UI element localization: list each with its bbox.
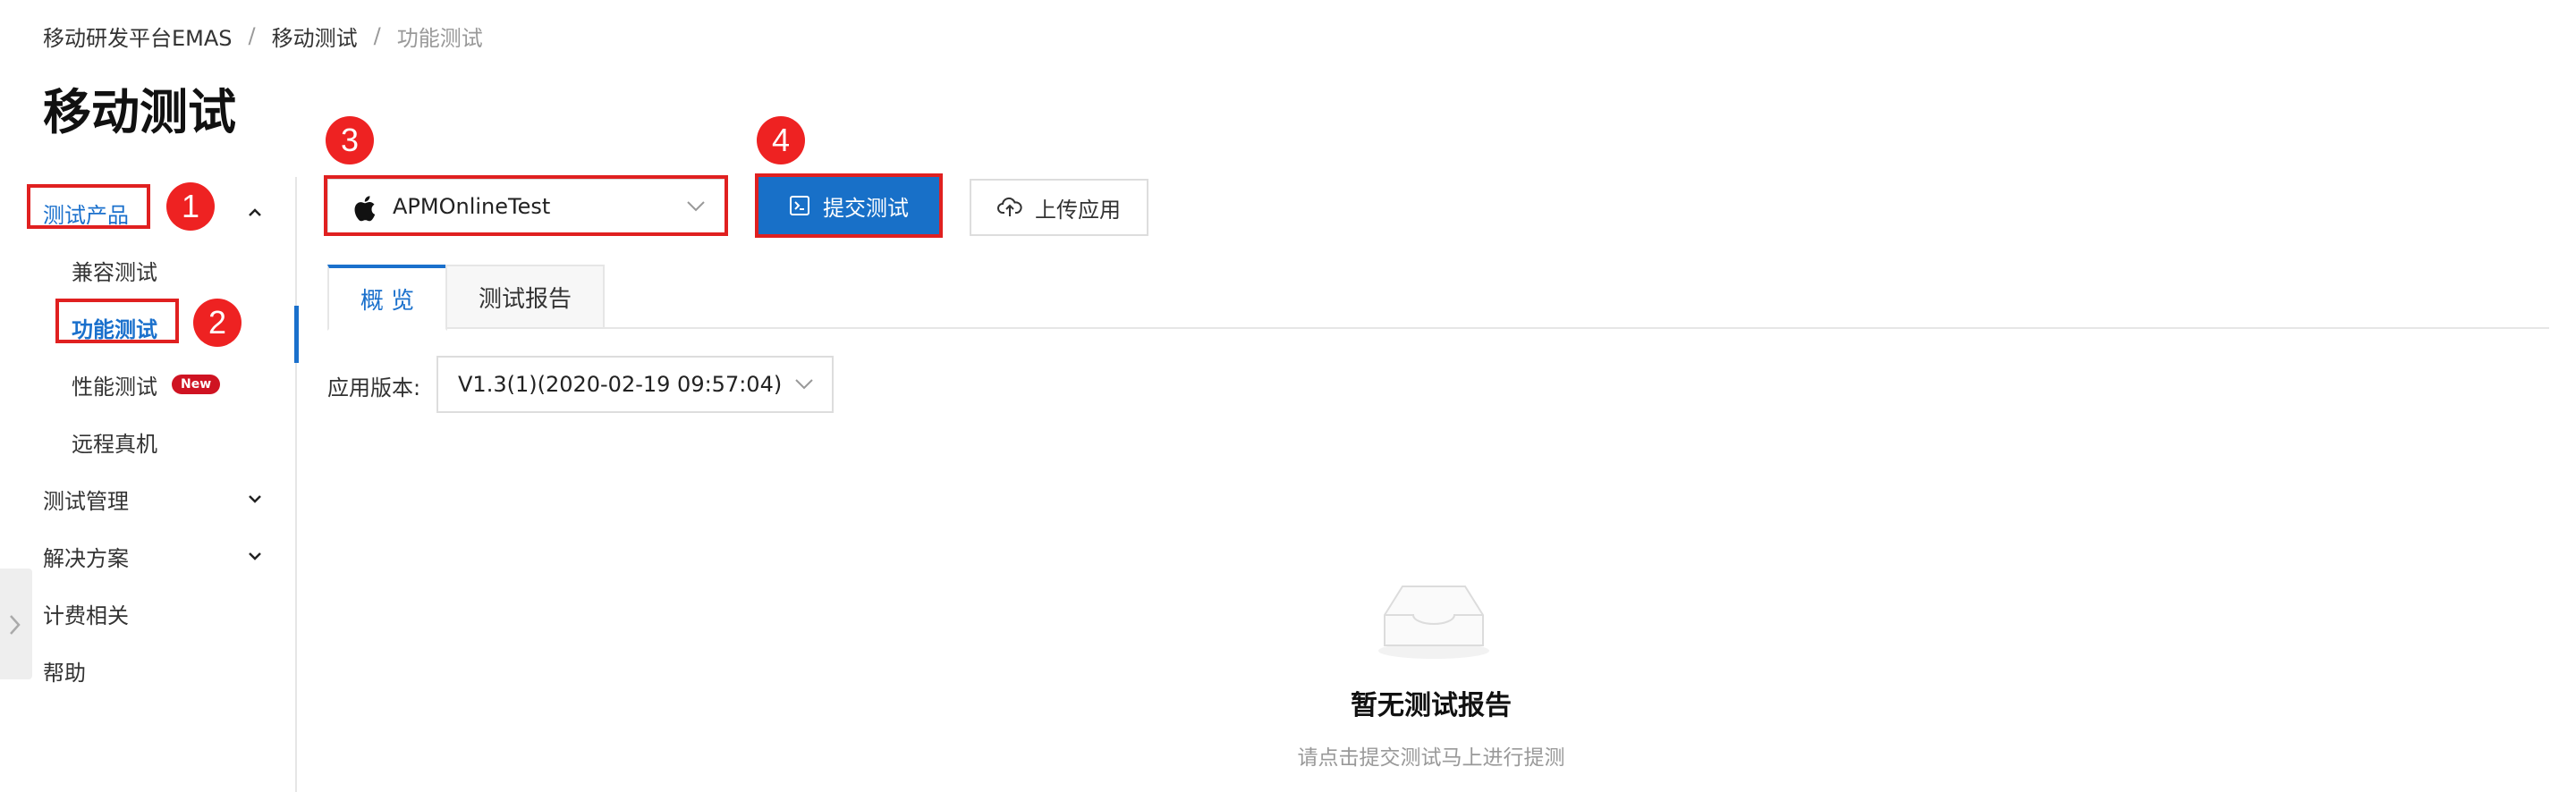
sidebar-item-functional-test[interactable]: 功能测试 <box>0 299 299 363</box>
sidebar-group-label: 解决方案 <box>43 545 129 571</box>
chevron-up-icon <box>249 208 261 216</box>
breadcrumb: 移动研发平台EMAS / 移动测试 / 功能测试 <box>43 20 483 52</box>
version-label: 应用版本: <box>327 375 421 400</box>
callout-number-4: 4 <box>757 116 805 164</box>
sidebar-item-label: 功能测试 <box>72 316 157 342</box>
tab-bar: 概 览 测试报告 <box>327 265 2549 331</box>
new-badge: New <box>172 375 221 394</box>
sidebar-item-label: 性能测试 <box>72 374 157 400</box>
chevron-right-icon <box>10 615 21 635</box>
sidebar-collapse-handle[interactable] <box>0 569 32 679</box>
tab-overview[interactable]: 概 览 <box>327 265 447 331</box>
breadcrumb-separator: / <box>373 23 381 48</box>
breadcrumb-item-emas[interactable]: 移动研发平台EMAS <box>43 21 233 52</box>
chevron-down-icon <box>249 495 261 503</box>
empty-inbox-icon <box>1378 586 1489 659</box>
breadcrumb-item-mobile-test[interactable]: 移动测试 <box>272 21 358 52</box>
chevron-down-icon <box>795 379 813 390</box>
callout-number-2: 2 <box>193 299 242 347</box>
sidebar-item-remote-device[interactable]: 远程真机 <box>0 413 297 470</box>
breadcrumb-item-current: 功能测试 <box>396 25 483 51</box>
breadcrumb-separator: / <box>248 23 256 48</box>
sidebar-group-solutions[interactable]: 解决方案 <box>0 527 297 585</box>
sidebar-group-label: 测试产品 <box>43 202 129 228</box>
callout-number-3: 3 <box>326 116 374 164</box>
empty-state-subtitle: 请点击提交测试马上进行提测 <box>1297 746 1565 770</box>
tab-test-reports[interactable]: 测试报告 <box>445 265 605 329</box>
version-select-dropdown[interactable]: V1.3(1)(2020-02-19 09:57:04) <box>436 356 834 413</box>
sidebar-item-label: 兼容测试 <box>72 259 157 285</box>
page-title: 移动测试 <box>43 84 236 140</box>
sidebar-group-help[interactable]: 帮助 <box>0 642 297 699</box>
submit-test-label: 提交测试 <box>823 195 909 221</box>
terminal-icon <box>790 196 809 215</box>
empty-state-title: 暂无测试报告 <box>1351 690 1512 721</box>
sidebar-item-performance-test[interactable]: 性能测试 New <box>0 356 297 413</box>
sidebar-item-label: 远程真机 <box>72 431 157 457</box>
version-select-value: V1.3(1)(2020-02-19 09:57:04) <box>458 372 783 397</box>
chevron-down-icon <box>687 201 705 212</box>
apple-icon <box>354 196 376 222</box>
sidebar-item-compatibility-test[interactable]: 兼容测试 <box>0 241 297 299</box>
upload-app-button[interactable]: 上传应用 <box>970 179 1148 236</box>
submit-test-button[interactable]: 提交测试 <box>758 177 939 234</box>
sidebar-group-label: 计费相关 <box>43 602 129 628</box>
app-select-dropdown[interactable]: APMOnlineTest <box>327 179 726 234</box>
sidebar: 测试产品 兼容测试 功能测试 性能测试 New 远程真机 测试管理 解决方案 计… <box>0 177 299 792</box>
upload-app-label: 上传应用 <box>1035 197 1121 223</box>
sidebar-group-label: 测试管理 <box>43 488 129 514</box>
sidebar-group-test-products[interactable]: 测试产品 <box>0 184 297 241</box>
app-select-value: APMOnlineTest <box>393 194 551 219</box>
cloud-upload-icon <box>997 197 1022 216</box>
sidebar-group-billing[interactable]: 计费相关 <box>0 585 297 642</box>
sidebar-group-label: 帮助 <box>43 660 86 686</box>
chevron-down-icon <box>249 552 261 560</box>
sidebar-group-test-management[interactable]: 测试管理 <box>0 470 297 527</box>
callout-number-1: 1 <box>166 182 215 231</box>
